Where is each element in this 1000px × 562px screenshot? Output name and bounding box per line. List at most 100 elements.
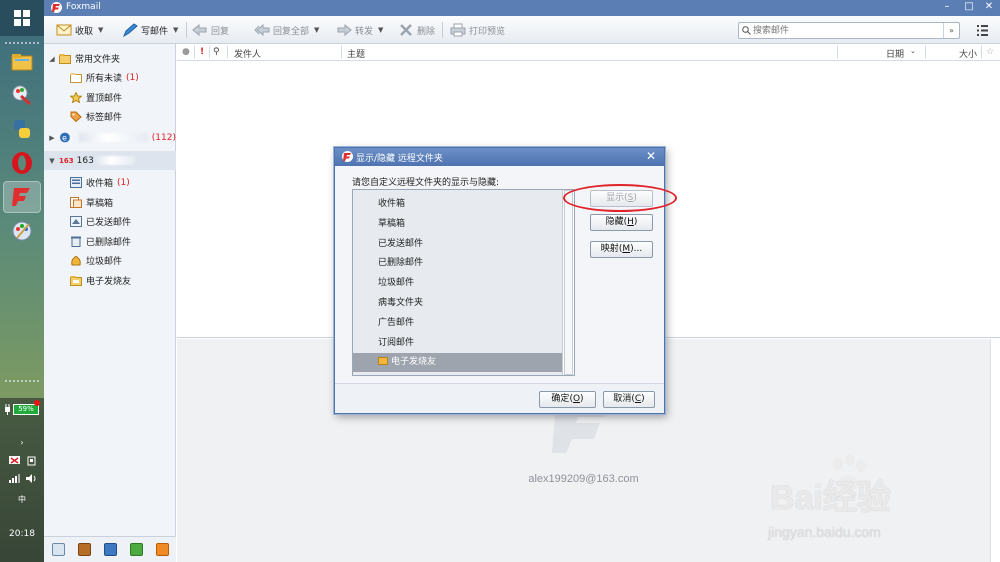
folder-pinned[interactable]: 置顶邮件 — [44, 88, 176, 107]
maximize-button[interactable]: □ — [962, 1, 976, 12]
notes-icon[interactable] — [130, 543, 143, 556]
remote-folder-item[interactable]: 订阅邮件 — [353, 334, 562, 353]
chevron-down-icon[interactable]: ▼ — [173, 26, 178, 34]
folder-sent[interactable]: 已发送邮件 — [44, 212, 176, 231]
folder-drafts[interactable]: 草稿箱 — [44, 193, 176, 212]
folder-efriend[interactable]: 电子发烧友 — [44, 271, 176, 290]
remote-folder-item[interactable]: 已发送邮件 — [353, 235, 562, 254]
expanded-triangle-icon[interactable]: ◢ — [48, 55, 56, 63]
map-button[interactable]: 映射(M)... — [590, 241, 653, 258]
search-options-chevron-icon[interactable]: » — [943, 23, 959, 38]
read-status-icon[interactable]: ● — [182, 47, 190, 57]
inbox-icon — [70, 177, 82, 188]
folder-label: 草稿箱 — [86, 199, 114, 209]
folder-inbox[interactable]: 收件箱 (1) — [44, 173, 176, 192]
attachment-icon[interactable]: ⚲ — [213, 47, 220, 57]
rss-icon[interactable] — [156, 543, 169, 556]
remote-folder-item[interactable]: 病毒文件夹 — [353, 294, 562, 313]
clock-time[interactable]: 20:18 — [0, 529, 44, 539]
contacts-icon[interactable] — [78, 543, 91, 556]
sort-chevron-down-icon[interactable]: ⌄ — [910, 47, 916, 55]
annotation-circle — [563, 184, 677, 212]
column-size[interactable]: 大小 — [959, 47, 977, 60]
chevron-down-icon[interactable]: ▼ — [98, 26, 103, 34]
ok-accelerator: O — [572, 394, 581, 404]
column-separator — [341, 46, 342, 58]
opera-icon — [12, 152, 32, 174]
expanded-triangle-icon[interactable]: ▼ — [48, 157, 56, 165]
folder-list-scrollbar[interactable] — [562, 190, 574, 375]
hamburger-menu-icon[interactable] — [972, 22, 992, 39]
taskbar-opera[interactable] — [4, 148, 40, 178]
compose-button[interactable]: 写邮件 ▼ — [122, 21, 178, 39]
windows-start-button[interactable] — [0, 0, 44, 36]
network-icon[interactable] — [9, 456, 20, 466]
column-subject[interactable]: 主题 — [347, 47, 365, 60]
chevron-right-icon[interactable]: › — [12, 438, 32, 447]
paint-icon — [12, 85, 31, 106]
minimize-button[interactable]: – — [940, 1, 954, 12]
folder-unread[interactable]: 所有未读 (1) — [44, 68, 176, 87]
remote-folder-item[interactable]: 收件箱 — [353, 195, 562, 214]
cancel-button[interactable]: 取消(C) — [603, 391, 655, 408]
receive-button[interactable]: 收取 ▼ — [56, 21, 103, 39]
remote-folder-item[interactable]: 垃圾邮件 — [353, 274, 562, 293]
cancel-accelerator: C — [634, 394, 642, 404]
163-logo-badge: 163 — [59, 156, 74, 165]
remote-folder-list[interactable]: 收件箱 草稿箱 已发送邮件 已删除邮件 垃圾邮件 病毒文件夹 广告邮件 订阅邮件… — [352, 189, 575, 376]
unread-count-badge: (1) — [126, 72, 139, 83]
remote-folder-label: 电子发烧友 — [391, 357, 437, 367]
chevron-down-icon[interactable]: ▼ — [378, 26, 383, 34]
taskbar-palette[interactable] — [4, 216, 40, 246]
print-preview-button[interactable]: 打印预览 — [450, 21, 505, 39]
folder-label: 已删除邮件 — [86, 238, 132, 248]
taskbar-python[interactable] — [4, 114, 40, 144]
mail-view-icon[interactable] — [52, 543, 65, 556]
folder-junk[interactable]: 垃圾邮件 — [44, 251, 176, 270]
foxmail-icon — [12, 188, 30, 206]
folder-deleted[interactable]: 已删除邮件 — [44, 232, 176, 251]
device-icon[interactable] — [26, 456, 37, 466]
reply-all-button[interactable]: 回复全部 ▼ — [254, 21, 319, 39]
main-toolbar: 收取 ▼ 写邮件 ▼ 回复 回复全部 ▼ 转发 ▼ 删除 打印预览 搜索邮件 » — [44, 16, 1000, 44]
dialog-close-icon[interactable]: ✕ — [646, 149, 656, 163]
envelope-icon — [56, 24, 72, 36]
remote-folder-item[interactable]: 已删除邮件 — [353, 254, 562, 273]
ok-button[interactable]: 确定(O) — [539, 391, 596, 408]
forward-button[interactable]: 转发 ▼ — [336, 21, 383, 39]
star-icon[interactable]: ☆ — [986, 47, 994, 57]
column-date[interactable]: 日期 — [886, 47, 904, 60]
redacted-account-name — [94, 156, 135, 165]
priority-icon[interactable]: ! — [200, 47, 204, 57]
calendar-icon[interactable] — [104, 543, 117, 556]
account-163[interactable]: ▼ 163 163 — [44, 151, 176, 170]
remote-folder-item[interactable]: 广告邮件 — [353, 314, 562, 333]
folder-tagged[interactable]: 标签邮件 — [44, 107, 176, 126]
hide-button[interactable]: 隐藏(H) — [590, 214, 653, 231]
folder-icon — [378, 357, 388, 365]
folder-group-common[interactable]: ◢ 常用文件夹 — [44, 49, 176, 68]
close-window-button[interactable]: ✕ — [982, 1, 996, 12]
folder-icon — [59, 54, 71, 64]
taskbar-paint[interactable] — [4, 80, 40, 110]
column-separator — [837, 46, 838, 58]
folder-pane-footer — [44, 536, 176, 562]
search-box: » — [738, 22, 960, 39]
signal-icon[interactable] — [9, 474, 20, 483]
chevron-down-icon[interactable]: ▼ — [314, 26, 319, 34]
drafts-icon — [70, 197, 82, 208]
collapsed-triangle-icon[interactable]: ▶ — [48, 134, 56, 142]
ime-indicator[interactable]: 中 — [0, 494, 44, 505]
remote-folder-item-selected[interactable]: 电子发烧友 — [353, 353, 562, 372]
scrollbar-thumb[interactable] — [564, 190, 573, 375]
volume-icon[interactable] — [26, 474, 37, 483]
reply-label: 回复 — [211, 26, 230, 37]
taskbar-file-explorer[interactable] — [4, 46, 40, 76]
delete-button[interactable]: 删除 — [398, 21, 435, 39]
search-input[interactable] — [753, 24, 939, 37]
account-1[interactable]: ▶ e (112) — [44, 128, 176, 147]
remote-folder-item[interactable]: 草稿箱 — [353, 215, 562, 234]
column-sender[interactable]: 发件人 — [234, 47, 261, 60]
reply-button[interactable]: 回复 — [192, 21, 229, 39]
taskbar-foxmail[interactable] — [3, 181, 41, 213]
